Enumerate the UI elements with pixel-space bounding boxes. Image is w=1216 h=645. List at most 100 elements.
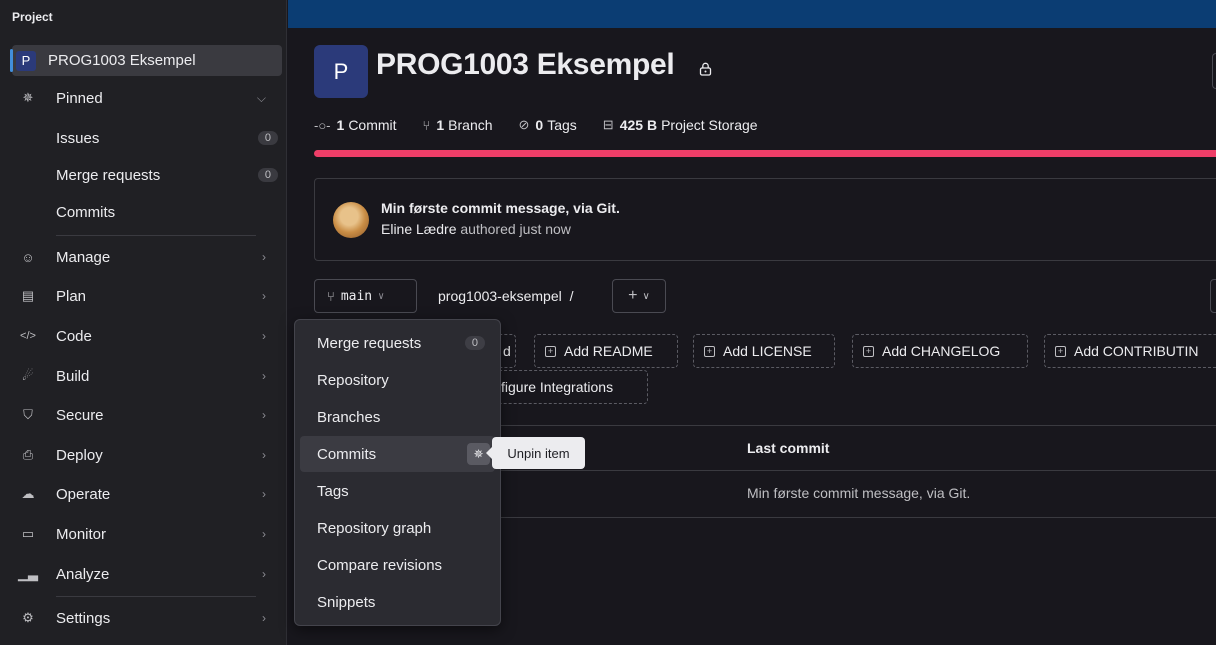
- sidebar-item-label: Manage: [56, 249, 110, 266]
- project-avatar-small: P: [16, 51, 36, 71]
- deploy-icon: ⎙: [18, 447, 38, 463]
- tags-stat[interactable]: ⊘ 0 Tags: [519, 117, 577, 133]
- sidebar-item-analyze[interactable]: ▁▃ Analyze ›: [12, 558, 282, 590]
- storage-stat[interactable]: ⊟ 425 B Project Storage: [603, 117, 758, 133]
- sidebar-item-merge-requests[interactable]: Merge requests 0: [56, 159, 278, 191]
- sidebar-item-pinned[interactable]: ✵ Pinned ⌵: [12, 82, 282, 114]
- branches-count: 1: [436, 117, 444, 133]
- add-changelog-button[interactable]: + Add CHANGELOG: [852, 334, 1028, 368]
- sidebar-item-plan[interactable]: ▤ Plan ›: [12, 280, 282, 312]
- sidebar-item-monitor[interactable]: ▭ Monitor ›: [12, 518, 282, 550]
- commit-time: authored just now: [460, 221, 571, 237]
- project-avatar: P: [314, 45, 368, 98]
- chevron-right-icon: ›: [262, 487, 266, 501]
- plus-square-icon: +: [863, 346, 874, 357]
- author-avatar[interactable]: [333, 202, 369, 238]
- commits-count: 1: [337, 117, 345, 133]
- add-file-dropdown[interactable]: + ∨: [612, 279, 666, 313]
- storage-label: Project Storage: [661, 117, 758, 133]
- sidebar-item-code[interactable]: </> Code ›: [12, 320, 282, 352]
- menu-item-merge-requests[interactable]: Merge requests 0: [300, 325, 495, 361]
- menu-item-label: Repository graph: [317, 520, 431, 537]
- sidebar-item-label: Plan: [56, 288, 86, 305]
- chevron-right-icon: ›: [262, 408, 266, 422]
- menu-item-label: Compare revisions: [317, 557, 442, 574]
- branch-icon: ⑂: [327, 289, 335, 304]
- active-indicator: [10, 49, 13, 72]
- sidebar-item-secure[interactable]: ⛉ Secure ›: [12, 399, 282, 431]
- commit-author[interactable]: Eline Lædre: [381, 221, 457, 237]
- add-contributing-button[interactable]: + Add CONTRIBUTIN: [1044, 334, 1216, 368]
- menu-item-label: Snippets: [317, 594, 375, 611]
- sidebar-header: Project: [0, 0, 286, 38]
- chevron-right-icon: ›: [262, 369, 266, 383]
- menu-item-repository[interactable]: Repository: [300, 362, 495, 398]
- chart-icon: ▁▃: [18, 566, 38, 582]
- menu-item-label: Tags: [317, 483, 349, 500]
- menu-item-commits[interactable]: Commits ✵: [300, 436, 495, 472]
- shield-icon: ⛉: [18, 407, 38, 423]
- top-navigation-bar: [288, 0, 1216, 28]
- sidebar-item-label: Monitor: [56, 526, 106, 543]
- chevron-down-icon: ⌵: [257, 91, 266, 106]
- menu-item-tags[interactable]: Tags: [300, 473, 495, 509]
- button-label: figure Integrations: [501, 379, 613, 395]
- code-dropdown-button[interactable]: [1210, 279, 1216, 313]
- sidebar-item-label: Pinned: [56, 90, 103, 107]
- table-row-last-commit[interactable]: Min første commit message, via Git.: [747, 485, 970, 501]
- chevron-down-icon: ∨: [378, 291, 384, 302]
- tags-count: 0: [535, 117, 543, 133]
- sidebar-item-build[interactable]: ☄ Build ›: [12, 360, 282, 392]
- sidebar-item-operate[interactable]: ☁ Operate ›: [12, 478, 282, 510]
- menu-item-label: Repository: [317, 372, 389, 389]
- commit-message[interactable]: Min første commit message, via Git.: [381, 200, 620, 216]
- users-icon: ☺: [18, 250, 38, 265]
- sidebar-item-settings[interactable]: ⚙ Settings ›: [12, 602, 282, 634]
- storage-usage-bar: [314, 150, 1216, 157]
- sidebar-item-label: Settings: [56, 610, 110, 627]
- chevron-right-icon: ›: [262, 527, 266, 541]
- rocket-icon: ☄: [18, 368, 38, 384]
- branch-selector[interactable]: ⑂ main ∨: [314, 279, 417, 313]
- branch-name: main: [341, 289, 372, 304]
- menu-item-branches[interactable]: Branches: [300, 399, 495, 435]
- menu-item-label: Merge requests: [317, 335, 421, 352]
- plus-square-icon: +: [704, 346, 715, 357]
- add-readme-button[interactable]: + Add README: [534, 334, 678, 368]
- cloud-icon: ☁: [18, 486, 38, 502]
- tags-label: Tags: [547, 117, 577, 133]
- branches-stat[interactable]: ⑂ 1 Branch: [423, 117, 493, 133]
- merge-requests-count-badge: 0: [465, 336, 485, 350]
- configure-integrations-button[interactable]: figure Integrations: [480, 370, 648, 404]
- sidebar-item-commits[interactable]: Commits: [56, 196, 278, 228]
- repository-path: prog1003-eksempel /: [438, 288, 574, 304]
- last-commit-card: Min første commit message, via Git. Elin…: [314, 178, 1216, 261]
- button-label: Add CONTRIBUTIN: [1074, 343, 1198, 359]
- menu-item-compare-revisions[interactable]: Compare revisions: [300, 547, 495, 583]
- menu-item-snippets[interactable]: Snippets: [300, 584, 495, 620]
- sidebar-divider: [56, 596, 256, 597]
- lock-icon: [699, 62, 712, 76]
- sidebar-item-deploy[interactable]: ⎙ Deploy ›: [12, 439, 282, 471]
- chevron-right-icon: ›: [262, 289, 266, 303]
- commits-label: Commit: [348, 117, 396, 133]
- project-actions-button[interactable]: [1212, 53, 1216, 89]
- sidebar-item-label: Analyze: [56, 566, 109, 583]
- commits-stat[interactable]: -○- 1 Commit: [314, 117, 397, 133]
- sidebar-item-issues[interactable]: Issues 0: [56, 122, 278, 154]
- project-sidebar: Project P PROG1003 Eksempel ✵ Pinned ⌵ I…: [0, 0, 287, 645]
- path-separator: /: [570, 288, 574, 304]
- chevron-right-icon: ›: [262, 329, 266, 343]
- menu-item-repository-graph[interactable]: Repository graph: [300, 510, 495, 546]
- menu-item-label: Branches: [317, 409, 380, 426]
- repo-path-link[interactable]: prog1003-eksempel: [438, 288, 562, 304]
- add-license-button[interactable]: + Add LICENSE: [693, 334, 835, 368]
- chevron-down-icon: ∨: [643, 291, 650, 302]
- plus-square-icon: +: [1055, 346, 1066, 357]
- sidebar-item-manage[interactable]: ☺ Manage ›: [12, 241, 282, 273]
- calendar-icon: ▤: [18, 288, 38, 304]
- commit-icon: -○-: [314, 118, 331, 133]
- sidebar-item-label: Secure: [56, 407, 104, 424]
- chevron-right-icon: ›: [262, 250, 266, 264]
- sidebar-project-link[interactable]: P PROG1003 Eksempel: [12, 45, 282, 76]
